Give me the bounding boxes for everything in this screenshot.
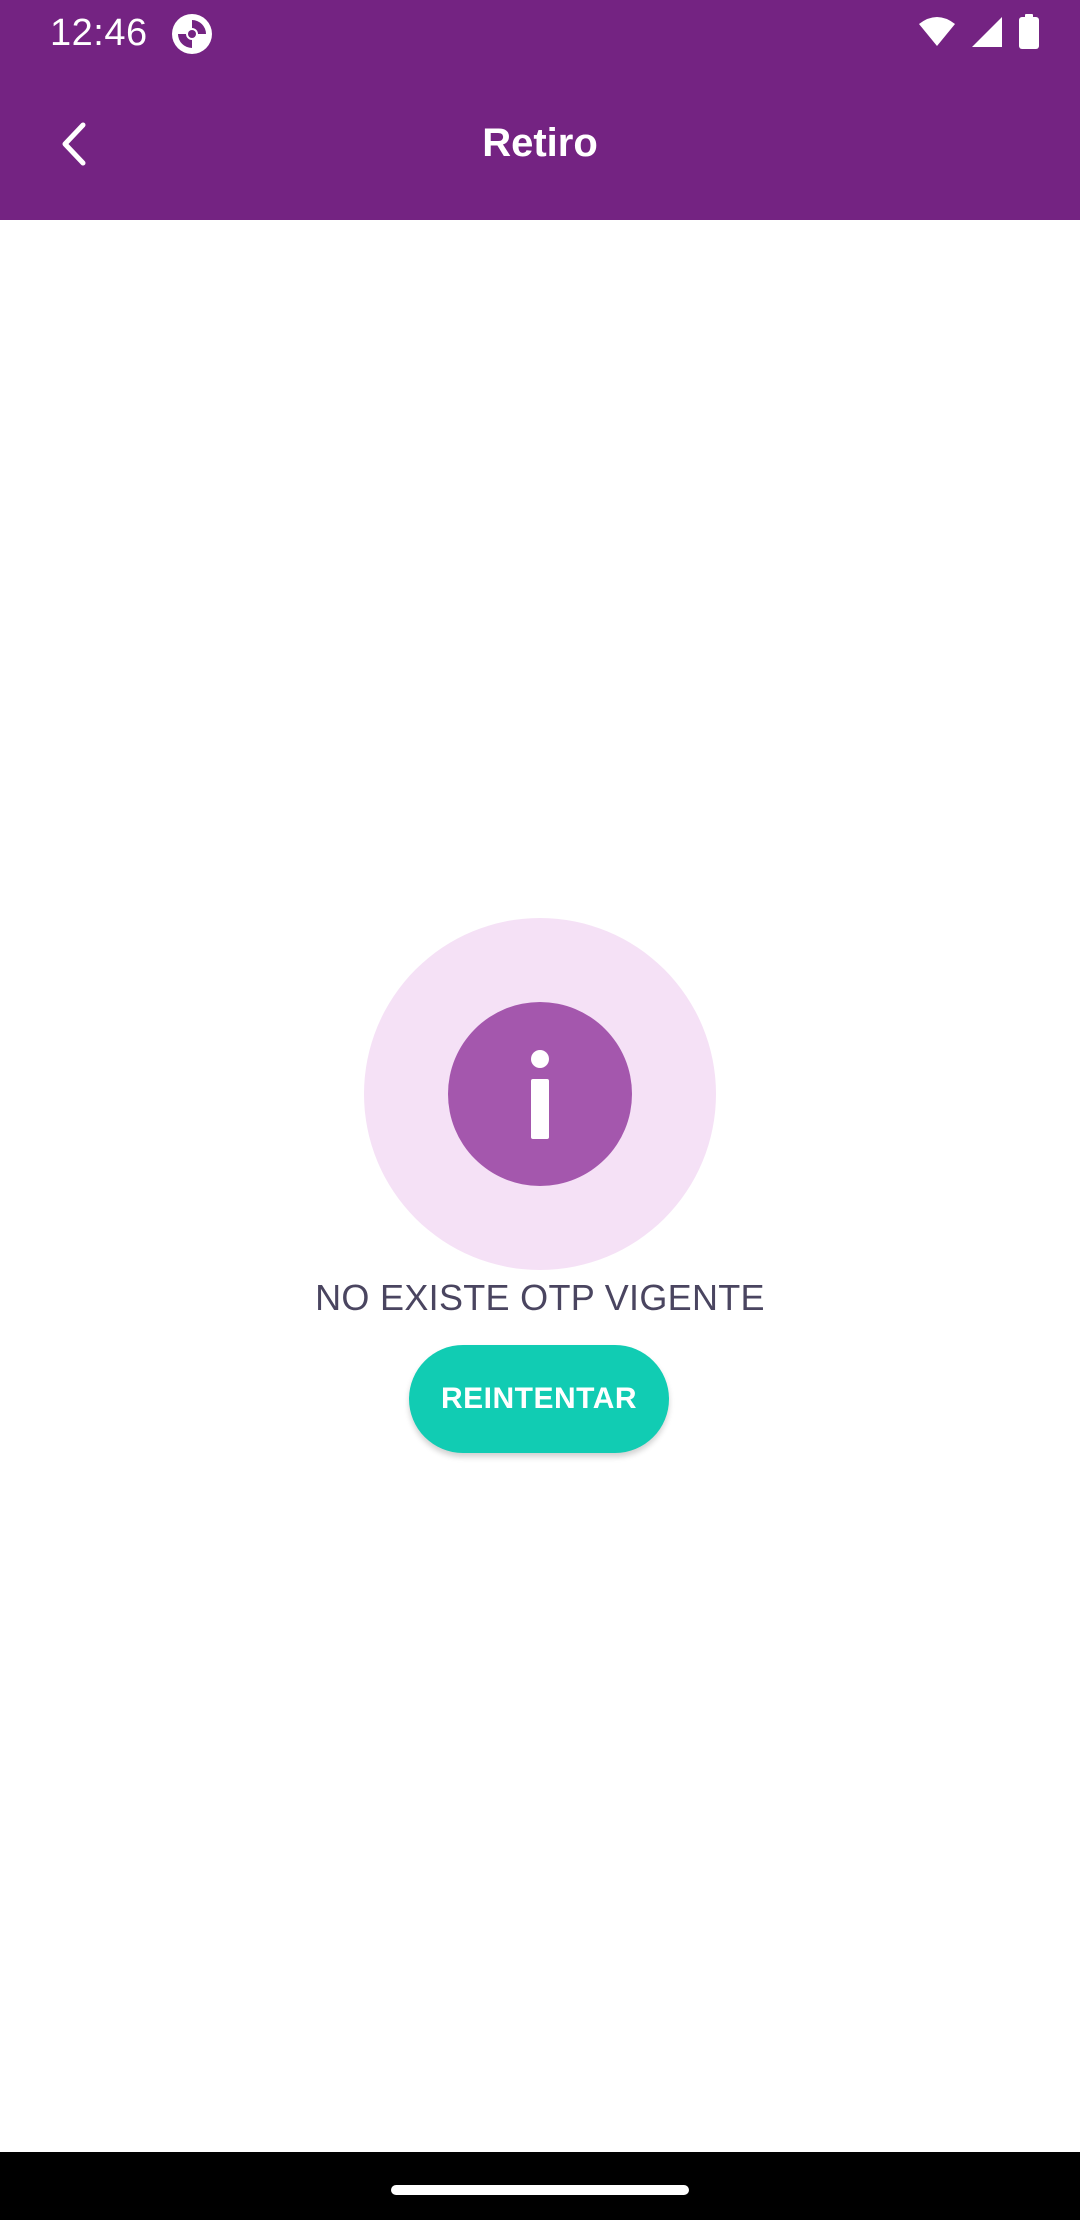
app-notification-icon [170,12,214,56]
status-bar: 12:46 [0,0,1080,66]
info-badge [364,918,716,1270]
status-time: 12:46 [50,12,148,54]
page-title: Retiro [482,121,598,165]
home-indicator[interactable] [391,2185,689,2195]
status-icons [918,13,1040,55]
back-button[interactable] [40,111,110,181]
cell-signal-icon [970,15,1004,54]
battery-icon [1018,13,1040,55]
app-bar: Retiro [0,66,1080,220]
main-content: NO EXISTE OTP VIGENTE REINTENTAR [0,220,1080,2152]
empty-state-message: NO EXISTE OTP VIGENTE [315,1277,765,1318]
screen: 12:46 Retiro NO EXISTE OTP VIGENTE REINT… [0,0,1080,2220]
chevron-left-icon [55,119,95,174]
retry-button[interactable]: REINTENTAR [409,1345,669,1453]
wifi-icon [918,16,956,53]
navigation-bar [0,2152,1080,2220]
info-icon [448,1002,632,1186]
